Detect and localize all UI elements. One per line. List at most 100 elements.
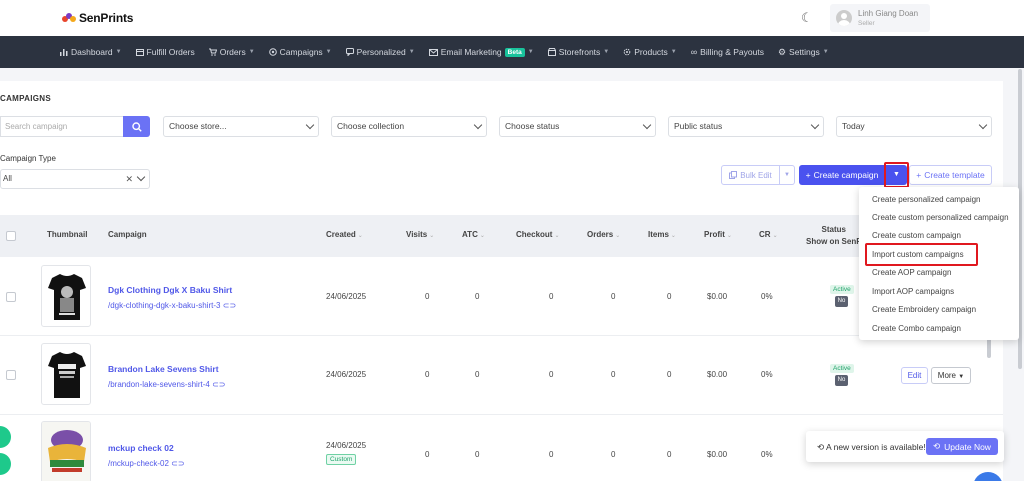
chevron-down-icon: ▼	[115, 49, 122, 55]
nav-billing-payouts[interactable]: ∞ Billing & Payouts	[691, 47, 764, 57]
collection-select[interactable]: Choose collection	[331, 116, 487, 137]
date-select[interactable]: Today	[836, 116, 992, 137]
th-created[interactable]: Created ⌄	[326, 230, 363, 239]
th-visits[interactable]: Visits ⌄	[406, 230, 434, 239]
th-items-label: Items	[648, 230, 669, 239]
th-status-label: Status	[821, 225, 846, 234]
nav-label: Dashboard	[71, 47, 113, 57]
cell-visits: 0	[425, 450, 430, 459]
search-button[interactable]	[123, 116, 150, 137]
cell-profit: $0.00	[707, 292, 728, 301]
settings-icon: ⚙	[777, 46, 787, 57]
nav-label: Email Marketing	[440, 47, 502, 57]
campaign-name-link[interactable]: Dgk Clothing Dgk X Baku Shirt	[108, 285, 232, 295]
menu-create-aop[interactable]: Create AOP campaign	[872, 268, 951, 277]
th-cr[interactable]: CR ⌄	[759, 230, 778, 239]
campaign-url-link[interactable]: /mckup-check-02 ⊂⊃	[108, 459, 185, 468]
cell-visits: 0	[425, 370, 430, 379]
row-checkbox[interactable]	[6, 370, 16, 380]
nav-label: Personalized	[356, 47, 406, 57]
menu-create-combo[interactable]: Create Combo campaign	[872, 324, 961, 333]
clear-icon[interactable]: ✕	[125, 170, 133, 188]
update-now-button[interactable]: ⟲ Update Now	[926, 438, 998, 455]
nav-orders[interactable]: Orders ▼	[208, 47, 255, 57]
th-atc[interactable]: ATC ⌄	[462, 230, 485, 239]
th-orders[interactable]: Orders ⌄	[587, 230, 620, 239]
search-icon	[131, 121, 142, 132]
cell-orders: 0	[611, 370, 616, 379]
cell-checkout: 0	[549, 292, 554, 301]
edit-button[interactable]: Edit	[901, 367, 928, 384]
campaign-name-link[interactable]: mckup check 02	[108, 443, 174, 453]
select-all-checkbox[interactable]	[6, 231, 16, 241]
sort-icon: ⌄	[554, 233, 560, 239]
product-thumbnail[interactable]	[41, 421, 91, 481]
cell-items: 0	[667, 370, 672, 379]
row-checkbox[interactable]	[6, 292, 16, 302]
update-now-label: Update Now	[944, 441, 991, 452]
nav-email-marketing[interactable]: Email Marketing Beta ▼	[428, 47, 534, 57]
create-template-button[interactable]: + Create template	[909, 165, 992, 185]
cell-cr: 0%	[761, 370, 773, 379]
campaign-type-label: Campaign Type	[0, 154, 56, 163]
create-template-label: Create template	[924, 170, 985, 180]
sort-icon: ⌄	[479, 233, 485, 239]
create-campaign-button[interactable]: + Create campaign	[799, 165, 885, 185]
th-items[interactable]: Items ⌄	[648, 230, 676, 239]
user-menu[interactable]: Linh Giang Doan Seller	[830, 4, 930, 32]
bulk-edit-label: Bulk Edit	[740, 170, 772, 180]
menu-create-custom[interactable]: Create custom campaign	[872, 231, 961, 240]
menu-create-personalized[interactable]: Create personalized campaign	[872, 195, 981, 204]
nav-settings[interactable]: ⚙ Settings ▼	[778, 47, 829, 58]
nav-storefronts[interactable]: Storefronts ▼	[547, 47, 609, 57]
public-status-select[interactable]: Public status	[668, 116, 824, 137]
chevron-down-icon: ▼	[248, 49, 255, 55]
nav-personalized[interactable]: Personalized ▼	[345, 47, 415, 57]
campaign-name-link[interactable]: Brandon Lake Sevens Shirt	[108, 364, 219, 374]
main-nav: Dashboard ▼ Fulfill Orders Orders ▼ Campai…	[0, 36, 1024, 68]
brand-logo-icon	[62, 12, 76, 24]
sort-icon: ⌄	[670, 233, 676, 239]
infinity-icon: ∞	[690, 47, 698, 57]
public-status-select-value: Public status	[674, 121, 723, 131]
cell-atc: 0	[475, 292, 480, 301]
show-toggle[interactable]: No	[835, 375, 848, 386]
nav-dashboard[interactable]: Dashboard ▼	[60, 47, 122, 57]
collection-select-value: Choose collection	[337, 121, 405, 131]
nav-fulfill-orders[interactable]: Fulfill Orders	[135, 47, 195, 57]
beta-badge: Beta	[504, 47, 525, 57]
show-toggle[interactable]: No	[835, 296, 848, 307]
campaign-type-select[interactable]: All ✕	[0, 169, 150, 189]
toast-message-text: A new version is available!	[826, 442, 926, 452]
campaign-url-link[interactable]: /dgk-clothing-dgk-x-baku-shirt-3 ⊂⊃	[108, 301, 236, 310]
th-profit[interactable]: Profit ⌄	[704, 230, 732, 239]
mail-icon	[428, 48, 438, 56]
toast-message: ⟲ A new version is available!	[817, 442, 926, 453]
campaign-url: /dgk-clothing-dgk-x-baku-shirt-3	[108, 301, 221, 310]
campaign-url-link[interactable]: /brandon-lake-sevens-shirt-4 ⊂⊃	[108, 380, 225, 389]
more-button[interactable]: More ▼	[931, 367, 971, 384]
chevron-down-icon: ▼	[527, 49, 534, 55]
bulk-edit-button[interactable]: Bulk Edit	[721, 165, 780, 185]
th-checkout[interactable]: Checkout ⌄	[516, 230, 559, 239]
cell-created: 24/06/2025	[326, 441, 367, 450]
menu-create-embroidery[interactable]: Create Embroidery campaign	[872, 305, 976, 314]
menu-create-custom-personalized[interactable]: Create custom personalized campaign	[872, 213, 1009, 222]
brand-logo[interactable]: SenPrints	[62, 11, 133, 25]
row-divider	[0, 414, 1003, 415]
status-select[interactable]: Choose status	[499, 116, 656, 137]
product-thumbnail[interactable]	[41, 265, 91, 327]
status-select-value: Choose status	[505, 121, 560, 131]
bulk-edit-dropdown-toggle[interactable]: ▼	[780, 165, 795, 185]
status-badge: Active	[830, 285, 854, 294]
sort-icon: ⌄	[772, 233, 778, 239]
product-thumbnail[interactable]	[41, 343, 91, 405]
nav-products[interactable]: Products ▼	[623, 47, 677, 57]
dark-mode-icon[interactable]: ☾	[801, 10, 813, 26]
search-input[interactable]: Search campaign	[0, 116, 123, 137]
nav-campaigns[interactable]: Campaigns ▼	[268, 47, 332, 57]
store-select[interactable]: Choose store...	[163, 116, 319, 137]
gear-icon	[623, 48, 631, 56]
update-toast: ⟲ A new version is available! ⟲ Update N…	[806, 431, 1004, 462]
menu-import-aop[interactable]: Import AOP campaigns	[872, 287, 954, 296]
